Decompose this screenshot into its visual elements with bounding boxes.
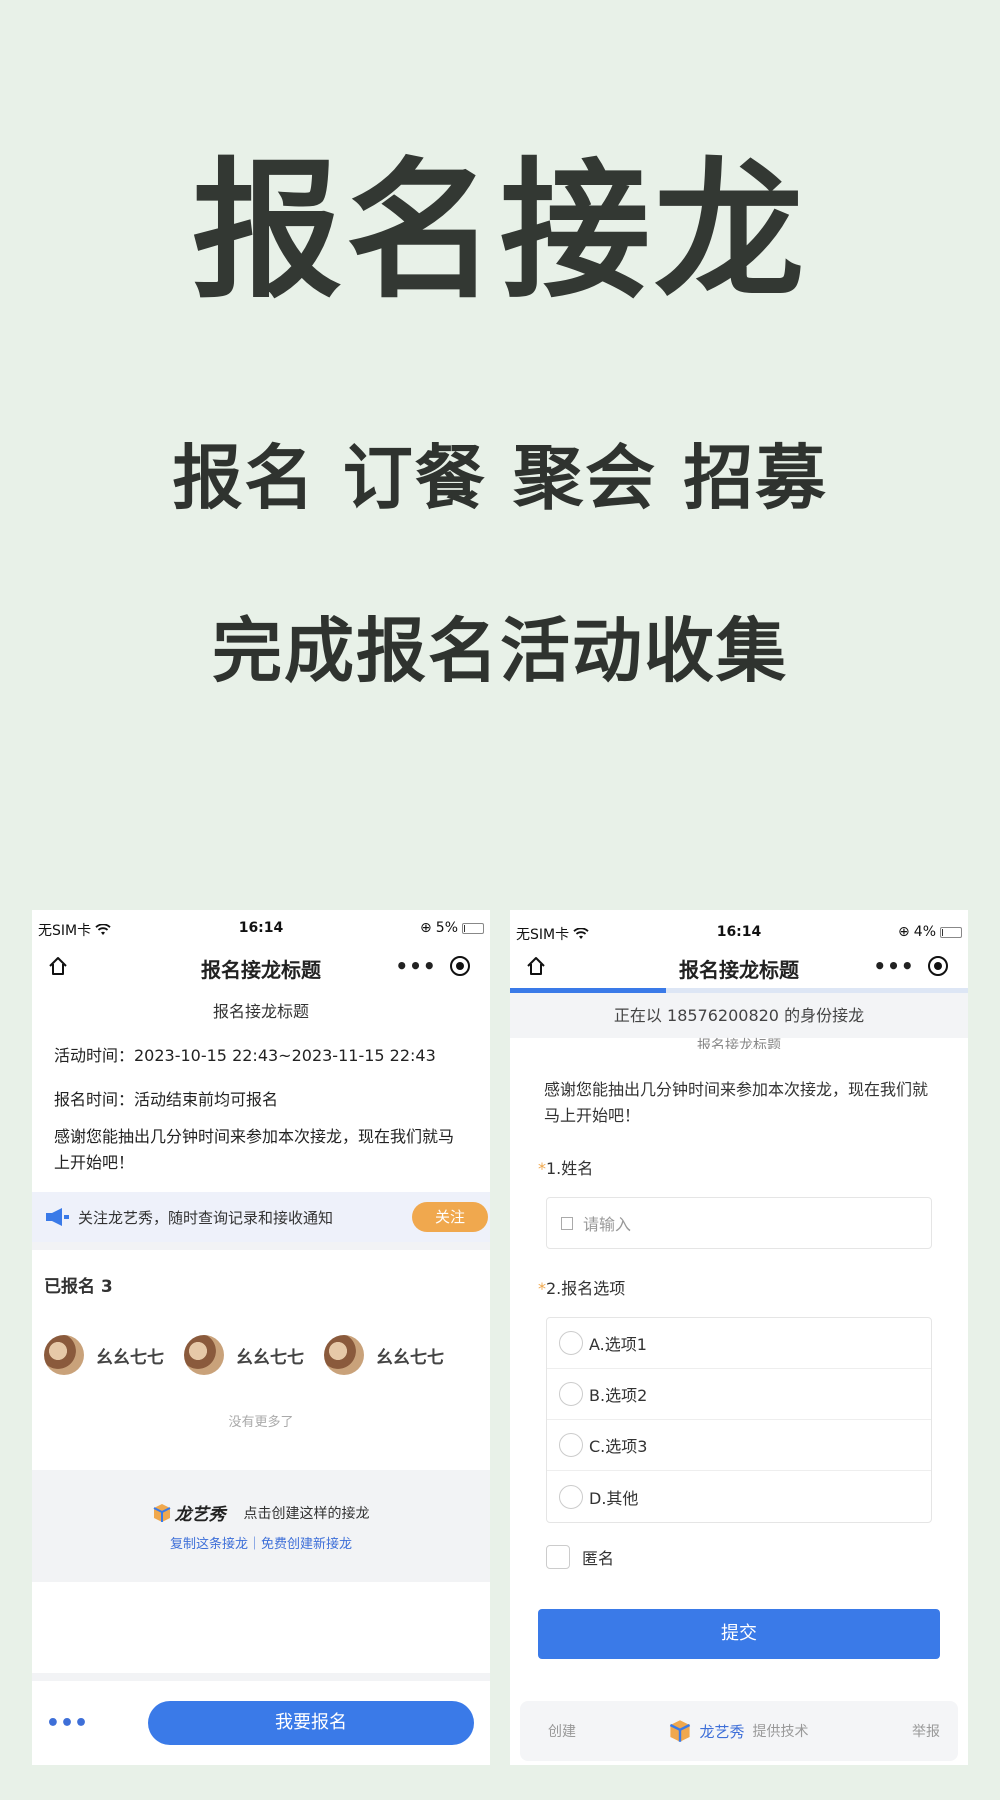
footer-bar: 创建 龙艺秀 提供技术 举报 xyxy=(520,1701,958,1761)
participant-item[interactable]: 幺幺七七 xyxy=(44,1335,164,1375)
anonymous-toggle[interactable]: 匿名 xyxy=(510,1545,968,1569)
status-bar: 无SIM卡 16:14 ⊕ 4% xyxy=(510,914,968,948)
brand-name[interactable]: 龙艺秀 xyxy=(699,1721,744,1742)
required-mark: * xyxy=(538,1279,546,1298)
submit-button[interactable]: 提交 xyxy=(538,1609,940,1659)
battery-fill xyxy=(464,924,465,932)
description: 感谢您能抽出几分钟时间来参加本次接龙，现在我们就马上开始吧！ xyxy=(544,1080,929,1125)
signed-count: 已报名 3 xyxy=(44,1277,113,1297)
checkbox-icon xyxy=(546,1545,570,1569)
avatar xyxy=(324,1335,364,1375)
tech-text: 提供技术 xyxy=(752,1724,809,1740)
person-icon xyxy=(561,1216,573,1230)
promo-text[interactable]: 点击创建这样的接龙 xyxy=(244,1503,370,1523)
more-icon[interactable]: ••• xyxy=(872,954,916,978)
question-options-label: *2.报名选项 xyxy=(510,1275,968,1299)
capsule-menu: ••• xyxy=(394,950,482,982)
hero-subtitle: 报名 订餐 聚会 招募 xyxy=(172,437,828,519)
rotation-lock-icon: ⊕ xyxy=(420,920,432,936)
radio-icon xyxy=(559,1433,583,1457)
phone-screen-right: 无SIM卡 16:14 ⊕ 4% 报名接龙标题 ••• 正在以 18576200… xyxy=(510,910,968,1765)
avatar xyxy=(44,1335,84,1375)
participant-name: 幺幺七七 xyxy=(236,1347,304,1368)
name-input[interactable]: 请输入 xyxy=(546,1197,932,1249)
option-item[interactable]: C.选项3 xyxy=(547,1420,931,1471)
divider xyxy=(32,1242,490,1250)
participant-item[interactable]: 幺幺七七 xyxy=(184,1335,304,1375)
phone-screen-left: 无SIM卡 16:14 ⊕ 5% 报名接龙标题 ••• 报名接龙标题 活动时间：… xyxy=(32,910,490,1765)
target-icon xyxy=(450,956,470,976)
option-label: D.其他 xyxy=(589,1488,639,1508)
participant-name: 幺幺七七 xyxy=(96,1347,164,1368)
battery-icon xyxy=(940,926,962,938)
hero-title: 报名接龙 xyxy=(191,145,808,319)
radio-icon xyxy=(559,1331,583,1355)
participant-item[interactable]: 幺幺七七 xyxy=(324,1335,444,1375)
more-options-icon[interactable]: ••• xyxy=(32,1711,102,1736)
option-item[interactable]: B.选项2 xyxy=(547,1369,931,1420)
close-miniprogram-button[interactable] xyxy=(916,956,960,976)
option-label: B.选项2 xyxy=(589,1386,648,1405)
avatar xyxy=(184,1335,224,1375)
identity-banner: 正在以 18576200820 的身份接龙 xyxy=(510,993,968,1038)
follow-text: 关注龙艺秀，随时查询记录和接收通知 xyxy=(78,1208,334,1227)
nav-bar: 报名接龙标题 ••• xyxy=(32,944,490,988)
activity-time: 活动时间：2023-10-15 22:43~2023-11-15 22:43 xyxy=(54,1046,436,1065)
megaphone-icon xyxy=(46,1208,69,1226)
brand-logo: 龙艺秀 xyxy=(153,1500,226,1525)
follow-banner: 关注龙艺秀，随时查询记录和接收通知 关注 xyxy=(32,1192,490,1242)
description: 感谢您能抽出几分钟时间来参加本次接龙，现在我们就马上开始吧！ xyxy=(54,1127,455,1172)
radio-icon xyxy=(559,1484,583,1509)
option-item[interactable]: D.其他 xyxy=(547,1471,931,1522)
battery-percent: 4% xyxy=(913,924,936,940)
battery-icon xyxy=(462,922,484,934)
option-label: A.选项1 xyxy=(589,1335,647,1354)
capsule-menu: ••• xyxy=(872,950,960,982)
target-icon xyxy=(928,956,948,976)
follow-button[interactable]: 关注 xyxy=(412,1202,488,1232)
participant-list: 幺幺七七 幺幺七七 幺幺七七 xyxy=(32,1297,490,1375)
signup-time: 报名时间：活动结束前均可报名 xyxy=(54,1090,279,1109)
signup-button[interactable]: 我要报名 xyxy=(148,1701,474,1745)
question-name-label: *1.姓名 xyxy=(510,1155,968,1179)
more-icon[interactable]: ••• xyxy=(394,954,438,978)
question-options-text: 2.报名选项 xyxy=(546,1279,626,1298)
option-item[interactable]: A.选项1 xyxy=(547,1318,931,1369)
no-more-label: 没有更多了 xyxy=(228,1415,294,1430)
promo-links[interactable]: 复制这条接龙｜免费创建新接龙 xyxy=(32,1533,490,1552)
report-link[interactable]: 举报 xyxy=(912,1721,940,1741)
box-logo-icon xyxy=(670,1720,691,1742)
status-bar: 无SIM卡 16:14 ⊕ 5% xyxy=(32,910,490,944)
close-miniprogram-button[interactable] xyxy=(438,956,482,976)
footer-brand: 龙艺秀 提供技术 xyxy=(520,1719,958,1743)
participant-name: 幺幺七七 xyxy=(376,1347,444,1368)
hero-subtitle-2: 完成报名活动收集 xyxy=(212,610,788,692)
question-name-text: 1.姓名 xyxy=(546,1159,594,1178)
box-logo-icon xyxy=(153,1503,170,1522)
rotation-lock-icon: ⊕ xyxy=(898,924,910,940)
anonymous-label: 匿名 xyxy=(582,1549,615,1568)
radio-icon xyxy=(559,1382,583,1406)
required-mark: * xyxy=(538,1159,546,1178)
option-label: C.选项3 xyxy=(589,1437,648,1456)
battery-fill xyxy=(942,928,943,936)
nav-bar: 报名接龙标题 ••• xyxy=(510,944,968,988)
name-placeholder: 请输入 xyxy=(583,1215,632,1234)
battery-percent: 5% xyxy=(435,920,458,936)
page-subtitle: 报名接龙标题 xyxy=(212,1002,309,1021)
bottom-bar: ••• 我要报名 xyxy=(32,1673,490,1765)
page-subtitle: 报名接龙标题 xyxy=(697,1038,781,1049)
option-list: A.选项1 B.选项2 C.选项3 D.其他 xyxy=(546,1317,932,1523)
brand-name: 龙艺秀 xyxy=(174,1505,226,1525)
promo-panel: 龙艺秀 点击创建这样的接龙 复制这条接龙｜免费创建新接龙 xyxy=(32,1470,490,1582)
